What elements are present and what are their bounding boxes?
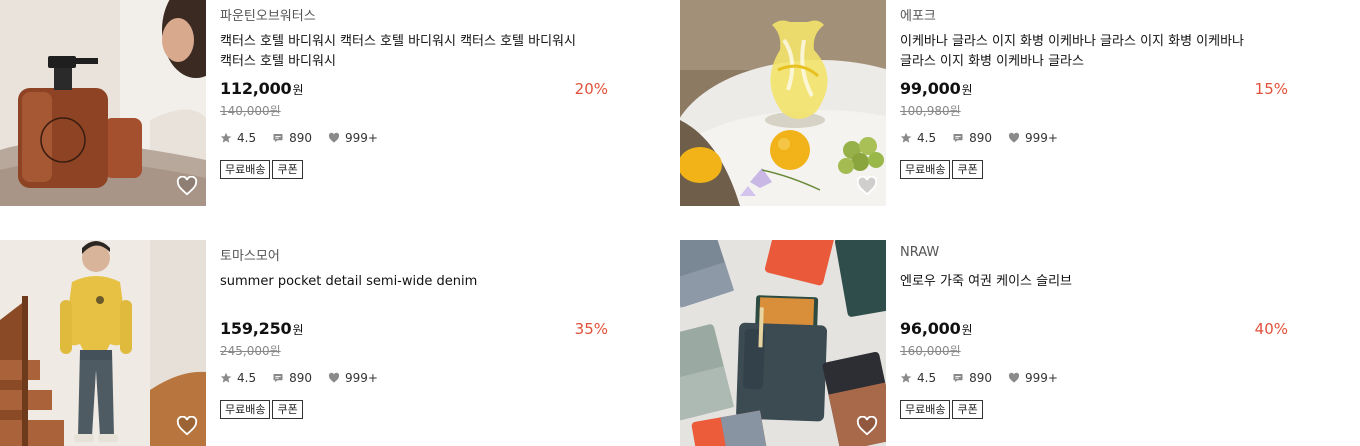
tag-coupon: 쿠폰 (272, 160, 303, 179)
discount-rate: 20% (574, 80, 608, 98)
review-count: 890 (952, 131, 992, 145)
heart-icon (1008, 372, 1020, 383)
rating-value: 4.5 (237, 371, 257, 385)
discount-rate: 35% (574, 320, 608, 338)
price-currency: 원 (961, 323, 973, 337)
product-image[interactable] (0, 0, 206, 206)
rating: 4.5 (220, 371, 256, 385)
star-icon (900, 132, 912, 143)
review-value: 890 (289, 131, 312, 145)
product-info: 에포크 이케바나 글라스 이지 화병 이케바나 글라스 이지 화병 이케바나 글… (900, 0, 1290, 206)
product-tags: 무료배송 쿠폰 (900, 160, 985, 179)
sale-price: 159,250원 (220, 319, 304, 338)
product-image[interactable] (680, 0, 886, 206)
product-title[interactable]: 캑터스 호텔 바디워시 캑터스 호텔 바디워시 캑터스 호텔 바디워시 캑터스 … (220, 32, 600, 72)
heart-icon (1008, 132, 1020, 143)
like-count: 999+ (328, 131, 378, 145)
review-value: 890 (289, 371, 312, 385)
wishlist-heart-icon[interactable] (176, 176, 198, 196)
heart-icon (328, 372, 340, 383)
like-count: 999+ (328, 371, 378, 385)
star-icon (220, 132, 232, 143)
rating-value: 4.5 (237, 131, 257, 145)
star-icon (220, 372, 232, 383)
tag-coupon: 쿠폰 (272, 400, 303, 419)
speech-bubble-icon (953, 134, 963, 143)
tag-coupon: 쿠폰 (952, 400, 983, 419)
product-info: 파운틴오브워터스 캑터스 호텔 바디워시 캑터스 호텔 바디워시 캑터스 호텔 … (220, 0, 610, 206)
product-card[interactable]: NRAW 엔로우 가죽 여권 케이스 슬리브 96,000원 160,000원 … (680, 240, 1290, 446)
rating-value: 4.5 (917, 131, 937, 145)
review-count: 890 (272, 371, 312, 385)
speech-bubble-icon (273, 134, 283, 143)
discount-rate: 40% (1254, 320, 1288, 338)
brand-name[interactable]: 파운틴오브워터스 (220, 5, 316, 24)
product-stats: 4.5 890 999+ (900, 130, 1074, 146)
sale-price: 96,000원 (900, 319, 973, 338)
product-title[interactable]: 엔로우 가죽 여권 케이스 슬리브 (900, 272, 1280, 292)
product-title[interactable]: 이케바나 글라스 이지 화병 이케바나 글라스 이지 화병 이케바나 글라스 이… (900, 32, 1280, 72)
product-title[interactable]: summer pocket detail semi-wide denim (220, 272, 600, 292)
price-amount: 96,000 (900, 319, 961, 338)
product-tags: 무료배송 쿠폰 (220, 160, 305, 179)
sale-price: 112,000원 (220, 79, 304, 98)
product-image[interactable] (0, 240, 206, 446)
product-card[interactable]: 에포크 이케바나 글라스 이지 화병 이케바나 글라스 이지 화병 이케바나 글… (680, 0, 1290, 206)
product-stats: 4.5 890 999+ (220, 130, 394, 146)
product-card[interactable]: 파운틴오브워터스 캑터스 호텔 바디워시 캑터스 호텔 바디워시 캑터스 호텔 … (0, 0, 610, 206)
original-price: 245,000원 (220, 344, 281, 358)
product-stats: 4.5 890 999+ (220, 370, 394, 386)
price-currency: 원 (292, 323, 304, 337)
heart-icon (328, 132, 340, 143)
product-tags: 무료배송 쿠폰 (900, 400, 985, 419)
review-value: 890 (969, 131, 992, 145)
original-price: 100,980원 (900, 104, 961, 118)
product-info: NRAW 엔로우 가죽 여권 케이스 슬리브 96,000원 160,000원 … (900, 240, 1290, 446)
review-value: 890 (969, 371, 992, 385)
tag-free-shipping: 무료배송 (900, 160, 951, 179)
product-stats: 4.5 890 999+ (900, 370, 1074, 386)
rating-value: 4.5 (917, 371, 937, 385)
like-value: 999+ (345, 371, 378, 385)
brand-name[interactable]: 에포크 (900, 5, 936, 24)
tag-free-shipping: 무료배송 (220, 400, 271, 419)
product-info: 토마스모어 summer pocket detail semi-wide den… (220, 240, 610, 446)
speech-bubble-icon (953, 374, 963, 383)
price-amount: 159,250 (220, 319, 292, 338)
like-value: 999+ (1025, 131, 1058, 145)
product-tags: 무료배송 쿠폰 (220, 400, 305, 419)
discount-rate: 15% (1254, 80, 1288, 98)
review-count: 890 (952, 371, 992, 385)
speech-bubble-icon (273, 374, 283, 383)
tag-coupon: 쿠폰 (952, 160, 983, 179)
price-currency: 원 (961, 83, 973, 97)
product-image[interactable] (680, 240, 886, 446)
wishlist-heart-icon[interactable] (176, 416, 198, 436)
star-icon (900, 372, 912, 383)
rating: 4.5 (900, 371, 936, 385)
tag-free-shipping: 무료배송 (900, 400, 951, 419)
brand-name[interactable]: 토마스모어 (220, 245, 280, 264)
tag-free-shipping: 무료배송 (220, 160, 271, 179)
rating: 4.5 (900, 131, 936, 145)
like-count: 999+ (1008, 371, 1058, 385)
original-price: 160,000원 (900, 344, 961, 358)
wishlist-heart-icon[interactable] (856, 416, 878, 436)
original-price: 140,000원 (220, 104, 281, 118)
price-amount: 99,000 (900, 79, 961, 98)
price-amount: 112,000 (220, 79, 292, 98)
wishlist-heart-icon[interactable] (856, 176, 878, 196)
price-currency: 원 (292, 83, 304, 97)
product-card[interactable]: 토마스모어 summer pocket detail semi-wide den… (0, 240, 610, 446)
brand-name[interactable]: NRAW (900, 245, 939, 260)
like-count: 999+ (1008, 131, 1058, 145)
sale-price: 99,000원 (900, 79, 973, 98)
product-grid: 파운틴오브워터스 캑터스 호텔 바디워시 캑터스 호텔 바디워시 캑터스 호텔 … (0, 0, 1360, 446)
like-value: 999+ (345, 131, 378, 145)
like-value: 999+ (1025, 371, 1058, 385)
rating: 4.5 (220, 131, 256, 145)
review-count: 890 (272, 131, 312, 145)
